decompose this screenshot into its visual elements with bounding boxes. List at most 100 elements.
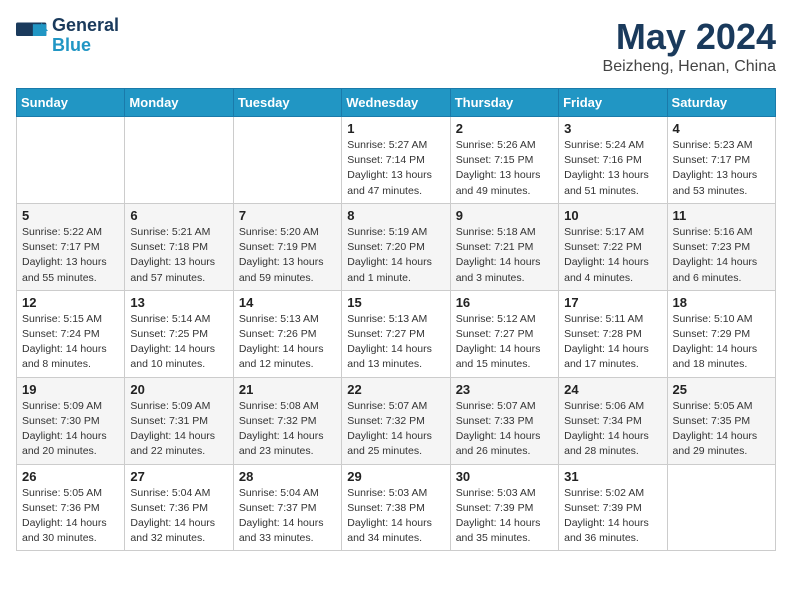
- day-cell-24: 24 Sunrise: 5:06 AM Sunset: 7:34 PM Dayli…: [559, 377, 667, 464]
- weekday-header-monday: Monday: [125, 89, 233, 117]
- week-row-5: 26 Sunrise: 5:05 AM Sunset: 7:36 PM Dayli…: [17, 464, 776, 551]
- weekday-header-row: SundayMondayTuesdayWednesdayThursdayFrid…: [17, 89, 776, 117]
- day-number: 26: [22, 469, 119, 484]
- day-number: 1: [347, 121, 444, 136]
- day-cell-1: 1Sunrise: 5:27 AM Sunset: 7:14 PM Daylig…: [342, 117, 450, 204]
- day-info: Sunrise: 5:09 AM Sunset: 7:30 PM Dayligh…: [22, 399, 119, 460]
- day-info: Sunrise: 5:26 AM Sunset: 7:15 PM Dayligh…: [456, 138, 553, 199]
- logo: General Blue: [16, 16, 119, 56]
- day-info: Sunrise: 5:17 AM Sunset: 7:22 PM Dayligh…: [564, 225, 661, 286]
- day-cell-22: 22 Sunrise: 5:07 AM Sunset: 7:32 PM Dayli…: [342, 377, 450, 464]
- empty-cell: [17, 117, 125, 204]
- day-number: 16: [456, 295, 553, 310]
- page-header: General Blue May 2024 Beizheng, Henan, C…: [16, 16, 776, 76]
- day-cell-27: 27Sunrise: 5:04 AM Sunset: 7:36 PM Dayli…: [125, 464, 233, 551]
- week-row-2: 5Sunrise: 5:22 AM Sunset: 7:17 PM Daylig…: [17, 203, 776, 290]
- day-cell-10: 10 Sunrise: 5:17 AM Sunset: 7:22 PM Dayli…: [559, 203, 667, 290]
- day-number: 14: [239, 295, 336, 310]
- logo-text: General Blue: [52, 16, 119, 56]
- day-cell-19: 19 Sunrise: 5:09 AM Sunset: 7:30 PM Dayli…: [17, 377, 125, 464]
- day-cell-21: 21 Sunrise: 5:08 AM Sunset: 7:32 PM Dayli…: [233, 377, 341, 464]
- day-cell-23: 23 Sunrise: 5:07 AM Sunset: 7:33 PM Dayli…: [450, 377, 558, 464]
- day-number: 19: [22, 382, 119, 397]
- day-info: Sunrise: 5:07 AM Sunset: 7:33 PM Dayligh…: [456, 399, 553, 460]
- day-number: 10: [564, 208, 661, 223]
- day-info: Sunrise: 5:07 AM Sunset: 7:32 PM Dayligh…: [347, 399, 444, 460]
- logo-icon: [16, 22, 48, 50]
- weekday-header-thursday: Thursday: [450, 89, 558, 117]
- day-info: Sunrise: 5:16 AM Sunset: 7:23 PM Dayligh…: [673, 225, 770, 286]
- day-info: Sunrise: 5:05 AM Sunset: 7:35 PM Dayligh…: [673, 399, 770, 460]
- day-number: 9: [456, 208, 553, 223]
- empty-cell: [667, 464, 775, 551]
- day-number: 30: [456, 469, 553, 484]
- day-cell-14: 14 Sunrise: 5:13 AM Sunset: 7:26 PM Dayli…: [233, 290, 341, 377]
- day-info: Sunrise: 5:21 AM Sunset: 7:18 PM Dayligh…: [130, 225, 227, 286]
- day-cell-7: 7Sunrise: 5:20 AM Sunset: 7:19 PM Daylig…: [233, 203, 341, 290]
- day-number: 17: [564, 295, 661, 310]
- day-info: Sunrise: 5:13 AM Sunset: 7:26 PM Dayligh…: [239, 312, 336, 373]
- day-number: 12: [22, 295, 119, 310]
- week-row-3: 12 Sunrise: 5:15 AM Sunset: 7:24 PM Dayli…: [17, 290, 776, 377]
- day-info: Sunrise: 5:13 AM Sunset: 7:27 PM Dayligh…: [347, 312, 444, 373]
- day-number: 4: [673, 121, 770, 136]
- day-cell-28: 28 Sunrise: 5:04 AM Sunset: 7:37 PM Dayli…: [233, 464, 341, 551]
- day-cell-17: 17Sunrise: 5:11 AM Sunset: 7:28 PM Dayli…: [559, 290, 667, 377]
- day-info: Sunrise: 5:09 AM Sunset: 7:31 PM Dayligh…: [130, 399, 227, 460]
- weekday-header-tuesday: Tuesday: [233, 89, 341, 117]
- empty-cell: [233, 117, 341, 204]
- weekday-header-wednesday: Wednesday: [342, 89, 450, 117]
- day-number: 18: [673, 295, 770, 310]
- day-cell-12: 12 Sunrise: 5:15 AM Sunset: 7:24 PM Dayli…: [17, 290, 125, 377]
- day-info: Sunrise: 5:04 AM Sunset: 7:37 PM Dayligh…: [239, 486, 336, 547]
- day-cell-30: 30 Sunrise: 5:03 AM Sunset: 7:39 PM Dayli…: [450, 464, 558, 551]
- day-number: 20: [130, 382, 227, 397]
- day-info: Sunrise: 5:03 AM Sunset: 7:39 PM Dayligh…: [456, 486, 553, 547]
- day-number: 13: [130, 295, 227, 310]
- calendar-subtitle: Beizheng, Henan, China: [603, 58, 776, 76]
- day-number: 21: [239, 382, 336, 397]
- day-info: Sunrise: 5:06 AM Sunset: 7:34 PM Dayligh…: [564, 399, 661, 460]
- day-info: Sunrise: 5:10 AM Sunset: 7:29 PM Dayligh…: [673, 312, 770, 373]
- day-cell-18: 18 Sunrise: 5:10 AM Sunset: 7:29 PM Dayli…: [667, 290, 775, 377]
- day-number: 6: [130, 208, 227, 223]
- day-number: 3: [564, 121, 661, 136]
- week-row-1: 1Sunrise: 5:27 AM Sunset: 7:14 PM Daylig…: [17, 117, 776, 204]
- day-cell-8: 8Sunrise: 5:19 AM Sunset: 7:20 PM Daylig…: [342, 203, 450, 290]
- day-number: 11: [673, 208, 770, 223]
- day-cell-5: 5Sunrise: 5:22 AM Sunset: 7:17 PM Daylig…: [17, 203, 125, 290]
- day-cell-26: 26 Sunrise: 5:05 AM Sunset: 7:36 PM Dayli…: [17, 464, 125, 551]
- day-info: Sunrise: 5:19 AM Sunset: 7:20 PM Dayligh…: [347, 225, 444, 286]
- day-info: Sunrise: 5:08 AM Sunset: 7:32 PM Dayligh…: [239, 399, 336, 460]
- day-cell-16: 16Sunrise: 5:12 AM Sunset: 7:27 PM Dayli…: [450, 290, 558, 377]
- day-info: Sunrise: 5:20 AM Sunset: 7:19 PM Dayligh…: [239, 225, 336, 286]
- day-cell-11: 11 Sunrise: 5:16 AM Sunset: 7:23 PM Dayli…: [667, 203, 775, 290]
- day-number: 22: [347, 382, 444, 397]
- day-info: Sunrise: 5:05 AM Sunset: 7:36 PM Dayligh…: [22, 486, 119, 547]
- day-info: Sunrise: 5:03 AM Sunset: 7:38 PM Dayligh…: [347, 486, 444, 547]
- weekday-header-sunday: Sunday: [17, 89, 125, 117]
- calendar-title: May 2024: [603, 16, 776, 58]
- weekday-header-saturday: Saturday: [667, 89, 775, 117]
- day-cell-3: 3 Sunrise: 5:24 AM Sunset: 7:16 PM Daylig…: [559, 117, 667, 204]
- day-number: 25: [673, 382, 770, 397]
- day-cell-9: 9Sunrise: 5:18 AM Sunset: 7:21 PM Daylig…: [450, 203, 558, 290]
- day-cell-31: 31Sunrise: 5:02 AM Sunset: 7:39 PM Dayli…: [559, 464, 667, 551]
- day-info: Sunrise: 5:14 AM Sunset: 7:25 PM Dayligh…: [130, 312, 227, 373]
- day-number: 24: [564, 382, 661, 397]
- day-info: Sunrise: 5:15 AM Sunset: 7:24 PM Dayligh…: [22, 312, 119, 373]
- weekday-header-friday: Friday: [559, 89, 667, 117]
- day-number: 31: [564, 469, 661, 484]
- day-cell-6: 6 Sunrise: 5:21 AM Sunset: 7:18 PM Daylig…: [125, 203, 233, 290]
- calendar-table: SundayMondayTuesdayWednesdayThursdayFrid…: [16, 88, 776, 551]
- day-cell-4: 4Sunrise: 5:23 AM Sunset: 7:17 PM Daylig…: [667, 117, 775, 204]
- title-area: May 2024 Beizheng, Henan, China: [603, 16, 776, 76]
- day-cell-13: 13 Sunrise: 5:14 AM Sunset: 7:25 PM Dayli…: [125, 290, 233, 377]
- day-cell-25: 25 Sunrise: 5:05 AM Sunset: 7:35 PM Dayli…: [667, 377, 775, 464]
- week-row-4: 19 Sunrise: 5:09 AM Sunset: 7:30 PM Dayli…: [17, 377, 776, 464]
- day-info: Sunrise: 5:24 AM Sunset: 7:16 PM Dayligh…: [564, 138, 661, 199]
- day-number: 28: [239, 469, 336, 484]
- day-number: 23: [456, 382, 553, 397]
- calendar-body: 1Sunrise: 5:27 AM Sunset: 7:14 PM Daylig…: [17, 117, 776, 551]
- day-cell-29: 29Sunrise: 5:03 AM Sunset: 7:38 PM Dayli…: [342, 464, 450, 551]
